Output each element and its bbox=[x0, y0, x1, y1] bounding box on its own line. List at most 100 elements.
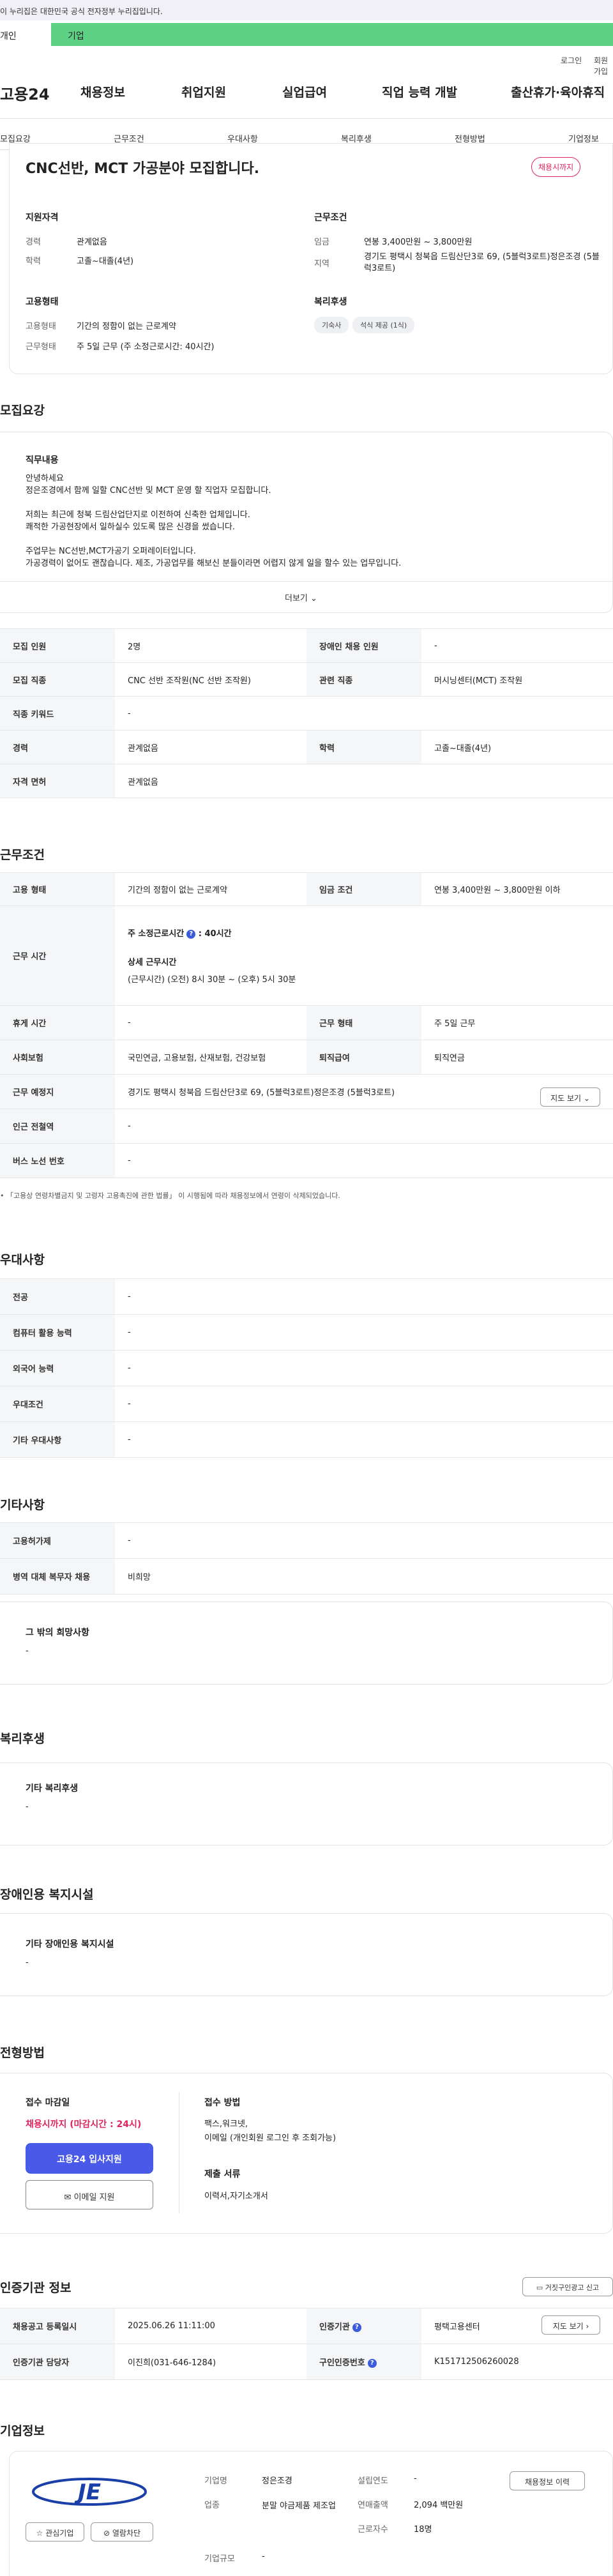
map-button-label: 지도 보기 bbox=[550, 1094, 582, 1103]
tab-individual[interactable]: 개인 bbox=[0, 23, 51, 46]
email-apply-button[interactable]: ✉ 이메일 지원 bbox=[26, 2180, 153, 2209]
gnb-item-jobs[interactable]: 채용정보 bbox=[80, 83, 125, 100]
table-header-cell: 자격 면허 bbox=[0, 764, 115, 798]
gnb-item-parental-leave[interactable]: 출산휴가·육아휴직 bbox=[511, 83, 605, 100]
section-title-preference: 우대사항 bbox=[0, 1253, 45, 1267]
emptype-value: 기간의 정함이 없는 근로계약 bbox=[77, 322, 176, 331]
company-name-label: 기업명 bbox=[204, 2476, 227, 2486]
chevron-down-icon: ⌄ bbox=[310, 594, 317, 603]
bus-value: - bbox=[115, 1143, 613, 1178]
cond-title: 근무조건 bbox=[314, 213, 347, 223]
disability-card bbox=[0, 1913, 613, 1996]
report-button[interactable]: ▭ 거짓구인광고 신고 bbox=[522, 2277, 613, 2296]
table-cell: 2명 bbox=[115, 628, 306, 663]
table-header-cell: 관련 직종 bbox=[306, 662, 421, 697]
deadline-value: 채용시까지 (마감시간 : 24시) bbox=[26, 2119, 142, 2130]
exp-label: 경력 bbox=[26, 238, 41, 247]
break-label: 휴게 시간 bbox=[0, 1005, 115, 1040]
divider bbox=[0, 118, 613, 119]
welfare-title: 복리후생 bbox=[314, 297, 347, 307]
gnb-item-job-training[interactable]: 직업 능력 개발 bbox=[382, 83, 457, 100]
sales-value: 2,094 백만원 bbox=[414, 2501, 464, 2510]
divider bbox=[0, 581, 613, 582]
interest-label: 관심기업 bbox=[45, 2529, 74, 2538]
welfare-chip: 기숙사 bbox=[314, 317, 349, 333]
duty-line: 가공경력이 없어도 괜찮습니다. 제조, 가공업무를 해보신 분들이라면 어렵지… bbox=[26, 559, 402, 568]
table-cell: CNC 선반 조작원(NC 선반 조작원) bbox=[115, 662, 306, 697]
agency-map-label: 지도 보기 bbox=[552, 2322, 584, 2331]
reqno-label-cell: 구인인증번호? bbox=[306, 2344, 421, 2380]
table-cell: - bbox=[421, 628, 613, 663]
hope-title: 그 밖의 희망사항 bbox=[26, 1628, 89, 1638]
emptype-value: 기간의 정함이 없는 근로계약 bbox=[115, 872, 306, 906]
scale-label: 기업규모 bbox=[204, 2554, 235, 2564]
subway-value: - bbox=[115, 1109, 613, 1144]
insurance-label: 사회보험 bbox=[0, 1040, 115, 1075]
edu-value: 고졸~대졸(4년) bbox=[77, 257, 134, 266]
apply-button[interactable]: 고용24 입사지원 bbox=[26, 2143, 153, 2174]
table-cell: - bbox=[115, 1278, 613, 1315]
table-row: 우대조건 - bbox=[0, 1386, 613, 1422]
worktime-cell: 주 소정근로시간? : 40시간 상세 근무시간 (근무시간) (오전) 8시 … bbox=[115, 905, 613, 1006]
wage-label: 임금 bbox=[314, 238, 329, 247]
table-cell: 관계없음 bbox=[115, 764, 613, 798]
recruit-table: 모집 인원 2명 장애인 채용 인원 - 모집 직종 CNC 선반 조작원(NC… bbox=[0, 628, 613, 798]
agency-label: 인증기관 bbox=[319, 2322, 350, 2332]
region-value: 경기도 평택시 청북읍 드림산단3로 69, (5블럭3로트)정은조경 (5블럭… bbox=[364, 252, 600, 273]
sales-label: 연매출액 bbox=[358, 2501, 388, 2510]
location-value: 경기도 평택시 청북읍 드림산단3로 69, (5블럭3로트)정은조경 (5블럭… bbox=[115, 1074, 613, 1109]
method-line: 팩스,워크넷, bbox=[204, 2119, 248, 2129]
agency-label-cell: 인증기관? bbox=[306, 2308, 421, 2344]
login-link[interactable]: 로그인 bbox=[561, 55, 582, 66]
section-title-disability: 장애인용 복지시설 bbox=[0, 1888, 94, 1902]
posted-label: 채용공고 등록일시 bbox=[0, 2308, 115, 2344]
table-header-cell: 장애인 채용 인원 bbox=[306, 628, 421, 663]
location-label: 근무 예정지 bbox=[0, 1074, 115, 1109]
hope-card bbox=[0, 1602, 613, 1685]
gnb-item-employment-support[interactable]: 취업지원 bbox=[181, 83, 226, 100]
mail-icon: ✉ bbox=[64, 2193, 72, 2202]
worktime-label: 근무 시간 bbox=[0, 905, 115, 1006]
workform-value: 주 5일 근무 bbox=[421, 1005, 613, 1040]
join-link[interactable]: 회원가입 bbox=[594, 55, 613, 77]
table-row: 근무 시간 주 소정근로시간? : 40시간 상세 근무시간 (근무시간) (오… bbox=[0, 905, 613, 1006]
gov-banner: 이 누리집은 대한민국 공식 전자정부 누리집입니다. bbox=[0, 0, 613, 20]
table-row: 고용허가제 - bbox=[0, 1522, 613, 1559]
site-logo[interactable]: 고용24 bbox=[0, 82, 50, 104]
method-line: 이메일 (개인회원 로그인 후 조회가능) bbox=[204, 2133, 337, 2143]
table-header-cell: 병역 대체 복무자 채용 bbox=[0, 1558, 115, 1595]
table-header-cell: 모집 직종 bbox=[0, 662, 115, 697]
table-cell: - bbox=[115, 1421, 613, 1458]
block-button[interactable]: ⊘ 열람차단 bbox=[91, 2522, 153, 2542]
posted-value: 2025.06.26 11:11:00 bbox=[115, 2308, 306, 2344]
severance-label: 퇴직급여 bbox=[306, 1040, 421, 1075]
severance-value: 퇴직연금 bbox=[421, 1040, 613, 1075]
table-row: 휴게 시간 - 근무 형태 주 5일 근무 bbox=[0, 1005, 613, 1040]
agency-map-button[interactable]: 지도 보기 › bbox=[541, 2315, 600, 2335]
job-title: CNC선반, MCT 가공분야 모집합니다. bbox=[26, 161, 260, 177]
info-icon[interactable]: ? bbox=[186, 929, 196, 939]
interest-button[interactable]: ☆ 관심기업 bbox=[26, 2522, 84, 2542]
duty-line: 쾌적한 가공현장에서 일하실수 있도록 많은 신경을 썼습니다. bbox=[26, 522, 235, 532]
age-note-text: 「고용상 연령차별금지 및 고령자 고용촉진에 관한 법률」 이 시행됨에 따라… bbox=[6, 1192, 340, 1200]
industry-value: 분말 야금제품 제조업 bbox=[262, 2501, 336, 2511]
table-header-cell: 기타 우대사항 bbox=[0, 1421, 115, 1458]
table-row: 인근 전철역 - bbox=[0, 1109, 613, 1144]
info-icon[interactable]: ? bbox=[352, 2322, 361, 2332]
table-cell: - bbox=[115, 1522, 613, 1559]
manager-value: 이진희(031-646-1284) bbox=[115, 2344, 306, 2380]
status-badge: 채용시까지 bbox=[531, 157, 581, 177]
job-history-button[interactable]: 채용정보 이력 bbox=[510, 2471, 585, 2490]
edu-label: 학력 bbox=[26, 257, 41, 266]
detail-hours-label: 상세 근무시간 bbox=[128, 958, 177, 967]
table-header-cell: 컴퓨터 활용 능력 bbox=[0, 1314, 115, 1351]
docs-title: 제출 서류 bbox=[204, 2169, 241, 2179]
more-button[interactable]: 더보기 ⌄ bbox=[285, 591, 317, 603]
weekly-hours-label: 주 소정근로시간 bbox=[128, 929, 185, 939]
gnb-item-unemployment-benefit[interactable]: 실업급여 bbox=[282, 83, 327, 100]
map-button[interactable]: 지도 보기 ⌄ bbox=[540, 1087, 600, 1107]
info-icon[interactable]: ? bbox=[367, 2358, 377, 2368]
workform-value: 주 5일 근무 (주 소정근로시간: 40시간) bbox=[77, 342, 215, 352]
tab-business[interactable]: 기업 bbox=[51, 23, 613, 46]
section-title-recruit: 모집요강 bbox=[0, 404, 45, 418]
